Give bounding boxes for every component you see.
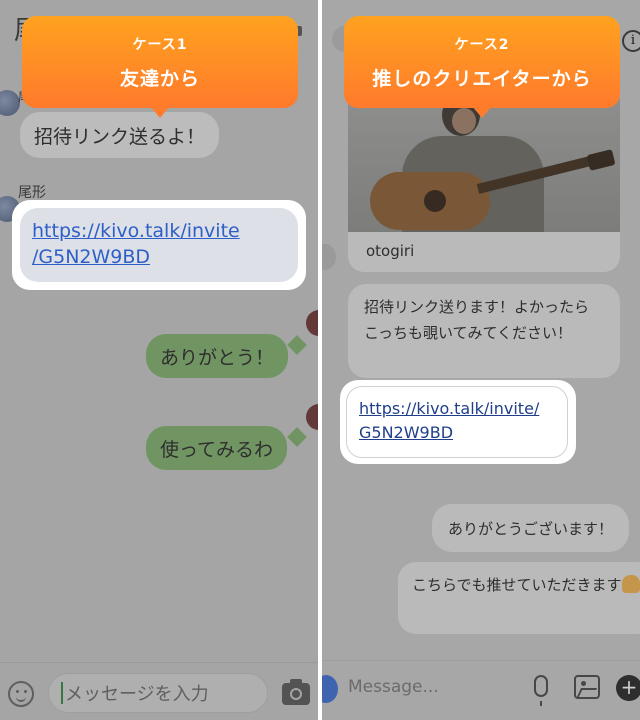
case-label: ケース1 <box>132 37 188 53</box>
invite-link[interactable]: https://kivo.talk/invite /G5N2W9BD <box>20 208 298 282</box>
invite-link[interactable]: https://kivo.talk/invite/ G5N2W9BD <box>346 386 568 458</box>
sender-name: 尾形 <box>18 185 46 201</box>
message-composer: Message... + <box>322 660 640 720</box>
microphone-icon[interactable] <box>534 675 548 706</box>
message-text: ありがとう！ <box>160 346 275 369</box>
message-text: こちらでも推せていただきます <box>412 576 622 594</box>
case1-callout: ケース1 友達から <box>22 16 298 118</box>
message-composer: メッセージを入力 <box>0 662 318 720</box>
bubble-tail <box>287 427 307 447</box>
info-icon[interactable]: i <box>622 30 640 52</box>
camera-icon[interactable] <box>282 679 310 705</box>
text-caret <box>61 682 63 704</box>
message-bubble-invite: 招待リンク送るよ！ <box>20 112 220 158</box>
creator-avatar[interactable] <box>322 244 336 270</box>
message-bubble-reply: 使ってみるわ <box>146 426 288 470</box>
link-highlight: https://kivo.talk/invite/ G5N2W9BD <box>340 380 576 464</box>
message-text: ありがとうございます！ <box>448 519 614 538</box>
post-caption: otogiri <box>366 242 415 260</box>
image-icon[interactable] <box>574 675 600 699</box>
message-bubble-reply: ありがとう！ <box>146 334 289 378</box>
message-bubble-reply: ありがとうございます！ <box>432 504 630 552</box>
add-media-icon[interactable] <box>322 675 338 703</box>
case-label: ケース2 <box>454 37 510 53</box>
message-input[interactable]: メッセージを入力 <box>48 673 268 713</box>
my-avatar <box>306 404 318 430</box>
link-highlight-top: https://kivo.talk/invite /G5N2W9BD <box>12 200 306 290</box>
case2-callout: ケース2 推しのクリエイターから <box>344 16 620 118</box>
sender-avatar[interactable] <box>0 90 20 116</box>
message-input-placeholder: メッセージを入力 <box>65 684 209 705</box>
case-title: 推しのクリエイターから <box>372 68 592 90</box>
bubble-tail <box>287 335 307 355</box>
plus-icon[interactable]: + <box>616 675 640 701</box>
message-text: 招待リンク送るよ！ <box>34 125 206 148</box>
praying-hands-icon <box>621 575 640 593</box>
message-text: 使ってみるわ <box>160 438 274 461</box>
message-text: 招待リンク送ります！よかったらこっちも覗いてみてください！ <box>364 298 590 342</box>
message-bubble-invite: 招待リンク送ります！よかったらこっちも覗いてみてください！ <box>348 284 620 378</box>
my-avatar <box>306 310 318 336</box>
emoji-icon[interactable] <box>8 681 34 707</box>
message-bubble-reply: こちらでも推せていただきます <box>398 562 640 634</box>
message-input[interactable]: Message... <box>348 677 439 697</box>
case-title: 友達から <box>119 68 200 90</box>
